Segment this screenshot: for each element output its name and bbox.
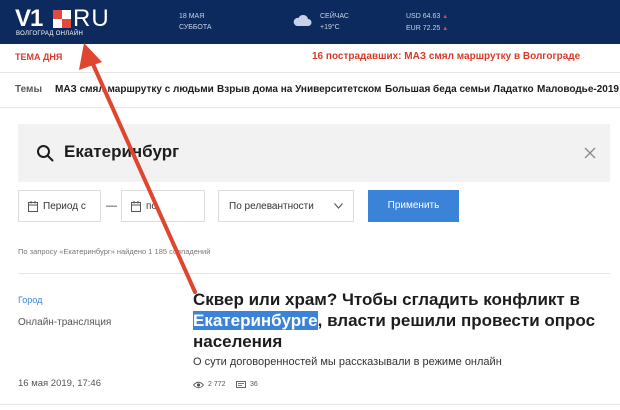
- nav-item-topics[interactable]: Темы: [15, 84, 42, 95]
- divider: [18, 273, 610, 274]
- page-root: V1 RU ВОЛГОГРАД ОНЛАЙН 18 МАЯ СУББОТА СЕ…: [0, 0, 620, 410]
- logo-suffix: RU: [73, 5, 110, 32]
- period-from-placeholder: Период с: [43, 201, 86, 212]
- calendar-icon: [28, 201, 38, 212]
- close-icon[interactable]: [584, 147, 596, 159]
- header-date: 18 МАЯ СУББОТА: [179, 11, 212, 33]
- cloud-icon: [293, 14, 312, 26]
- result-format: Онлайн-трансляция: [18, 317, 112, 328]
- comment-icon: [236, 381, 246, 388]
- date-weekday: СУББОТА: [179, 24, 212, 31]
- search-highlight: Екатеринбурге: [193, 311, 318, 330]
- topic-label: ТЕМА ДНЯ: [15, 52, 63, 62]
- title-part: Сквер или храм? Чтобы сгладить конфликт …: [193, 290, 580, 309]
- search-input[interactable]: Екатеринбург: [18, 124, 610, 182]
- apply-button[interactable]: Применить: [368, 190, 459, 222]
- result-snippet: О сути договоренностей мы рассказывали в…: [193, 356, 502, 368]
- search-icon: [37, 145, 54, 162]
- nav-item-explosion[interactable]: Взрыв дома на Университетском: [217, 84, 381, 95]
- result-title-link[interactable]: Сквер или храм? Чтобы сгладить конфликт …: [193, 289, 618, 352]
- up-triangle-icon: ▲: [442, 26, 449, 32]
- nav-item-maz[interactable]: МАЗ смял маршрутку с людьми: [55, 84, 214, 95]
- calendar-icon: [131, 201, 141, 212]
- eye-icon: [193, 381, 204, 389]
- views-count: 2 772: [208, 381, 226, 388]
- logo-subtitle: ВОЛГОГРАД ОНЛАЙН: [16, 31, 84, 37]
- logo-main: V1: [15, 5, 43, 32]
- currency-rates[interactable]: USD 64.63 ▲ EUR 72.25 ▲: [406, 11, 448, 35]
- weather-temp: +19°С: [320, 24, 340, 31]
- period-dash: —: [106, 200, 117, 212]
- topic-of-day: ТЕМА ДНЯ 16 пострадавших: МАЗ смял маршр…: [0, 44, 620, 72]
- nav-item-ladatko[interactable]: Большая беда семьи Ладатко: [385, 84, 534, 95]
- result-date: 16 мая 2019, 17:46: [18, 378, 101, 389]
- site-logo[interactable]: V1 RU ВОЛГОГРАД ОНЛАЙН: [15, 5, 109, 38]
- usd-rate: USD 64.63 ▲: [406, 13, 449, 20]
- site-header: V1 RU ВОЛГОГРАД ОНЛАЙН 18 МАЯ СУББОТА СЕ…: [0, 0, 620, 44]
- weather-widget[interactable]: СЕЙЧАС +19°С: [320, 11, 349, 33]
- date-day: 18 МАЯ: [179, 13, 205, 20]
- result-count: По запросу «Екатеринбург» найдено 1 185 …: [18, 247, 211, 256]
- weather-label: СЕЙЧАС: [320, 13, 349, 20]
- chevron-down-icon: [334, 203, 343, 209]
- sort-select[interactable]: По релевантности: [218, 190, 354, 222]
- divider: [0, 404, 620, 405]
- sort-value: По релевантности: [229, 201, 314, 212]
- search-query: Екатеринбург: [64, 142, 180, 161]
- period-to-field[interactable]: по: [121, 190, 205, 222]
- period-to-placeholder: по: [146, 201, 157, 212]
- result-rubric-link[interactable]: Город: [18, 295, 42, 305]
- nav-item-low-water[interactable]: Маловодье-2019: [537, 84, 619, 95]
- comments-count: 36: [250, 381, 258, 388]
- topic-headline-link[interactable]: 16 пострадавших: МАЗ смял маршрутку в Во…: [312, 51, 580, 62]
- up-triangle-icon: ▲: [442, 14, 449, 20]
- logo-square-icon: [53, 10, 71, 28]
- topics-nav: Темы МАЗ смял маршрутку с людьми Взрыв д…: [0, 72, 620, 108]
- eur-rate: EUR 72.25 ▲: [406, 25, 449, 32]
- period-from-field[interactable]: Период с: [18, 190, 101, 222]
